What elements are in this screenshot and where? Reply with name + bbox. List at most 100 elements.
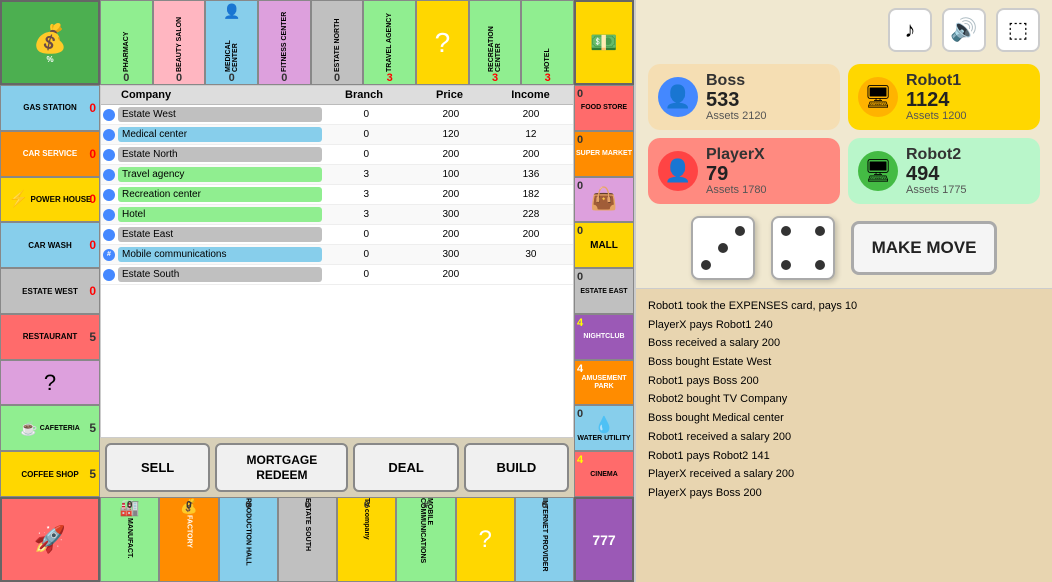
top-cell-medical-label: MEDICAL CENTER — [225, 20, 239, 72]
player-card-playerx: 👤 PlayerX 79 Assets 1780 — [648, 138, 840, 204]
right-cell-estate-east-label: ESTATE EAST — [580, 288, 627, 295]
top-cell-hotel-label: HOTEL — [544, 3, 551, 72]
robot1-assets: Assets 1200 — [906, 110, 967, 122]
top-cell-medical-num: 0 — [229, 72, 235, 84]
bottom-cell-production-num: 0 — [245, 500, 251, 511]
table-row[interactable]: # Mobile communications 0 300 30 — [101, 245, 573, 265]
corner-tl: 💰 % — [0, 0, 100, 85]
dot — [798, 260, 808, 270]
robot2-money: 494 — [906, 164, 967, 184]
top-cell-hotel: HOTEL 3 — [521, 0, 574, 85]
right-cell-amusement: AMUSEMENT PARK 4 — [574, 360, 634, 406]
right-cell-bag-icon: 👜 — [590, 186, 617, 212]
right-cell-estate-east-num: 0 — [577, 271, 583, 283]
row-name: Recreation center — [118, 187, 322, 202]
mortgage-redeem-button[interactable]: MORTGAGEREDEEM — [215, 443, 348, 492]
left-cell-estate-west-label: ESTATE WEST — [22, 287, 78, 296]
corner-bl-icon: 🚀 — [34, 524, 66, 555]
dot — [718, 226, 728, 236]
table-header: Company Branch Price Income — [101, 86, 573, 105]
log-entry: PlayerX pays Robot1 240 — [648, 316, 1040, 335]
left-cell-gas: GAS STATION 0 — [0, 85, 100, 131]
row-income: 30 — [491, 249, 571, 260]
row-name: Estate East — [118, 227, 322, 242]
right-cell-water-label: WATER UTILITY — [577, 435, 630, 443]
row-price: 200 — [411, 149, 491, 160]
top-cell-fitness-label: FITNESS CENTER — [281, 3, 288, 72]
exit-icon: ⬚ — [1008, 17, 1029, 43]
left-cell-cafeteria-num: 5 — [89, 421, 96, 435]
row-branch: 3 — [322, 209, 411, 220]
bottom-cell-tv: 0 TV company — [337, 497, 396, 582]
log-entry: Robot1 received a salary 200 — [648, 428, 1040, 447]
table-row[interactable]: Estate West 0 200 200 — [101, 105, 573, 125]
bottom-cell-internet: 0 INTERNET PROVIDER — [515, 497, 574, 582]
top-cell-medical-icon: 👤 — [223, 3, 240, 20]
table-row[interactable]: Hotel 3 300 228 — [101, 205, 573, 225]
right-cell-cinema-num: 4 — [577, 454, 583, 466]
left-cell-coffee: COFFEE SHOP 5 — [0, 451, 100, 497]
make-move-button[interactable]: MAKE MOVE — [851, 221, 998, 275]
top-cell-travel: TRAVEL AGENCY 3 — [363, 0, 416, 85]
table-row[interactable]: Estate North 0 200 200 — [101, 145, 573, 165]
deal-button[interactable]: DEAL — [353, 443, 458, 492]
log-entry: PlayerX pays Boss 200 — [648, 484, 1040, 503]
right-cell-estate-east: ESTATE EAST 0 — [574, 268, 634, 314]
bottom-cell-estate-south: 0 ESTATE SOUTH — [278, 497, 337, 582]
row-income: 136 — [491, 169, 571, 180]
sound-icon: 🔊 — [950, 17, 977, 43]
robot1-name: Robot1 — [906, 72, 967, 90]
exit-button[interactable]: ⬚ — [996, 8, 1040, 52]
dice-move-row: MAKE MOVE — [636, 208, 1052, 288]
table-row[interactable]: Estate South 0 200 — [101, 265, 573, 285]
right-cell-food-store-label: FOOD STORE — [581, 104, 627, 112]
playerx-money: 79 — [706, 164, 767, 184]
top-cell-travel-num: 3 — [387, 72, 393, 84]
row-dot — [103, 209, 115, 221]
player-info-playerx: PlayerX 79 Assets 1780 — [706, 146, 767, 196]
corner-tr: 💵 — [574, 0, 634, 85]
top-cell-question-icon: ? — [435, 27, 451, 59]
avatar-robot2: 🖥 — [858, 151, 898, 191]
top-cell-fitness-num: 0 — [281, 72, 287, 84]
corner-br-label: 777 — [592, 532, 615, 548]
top-cell-beauty: BEAUTY SALON 0 — [153, 0, 206, 85]
table-row[interactable]: Recreation center 3 200 182 — [101, 185, 573, 205]
top-cell-medical: 👤 MEDICAL CENTER 0 — [205, 0, 258, 85]
dot — [735, 243, 745, 253]
row-price: 300 — [411, 209, 491, 220]
row-name: Mobile communications — [118, 247, 322, 262]
row-branch: 0 — [322, 129, 411, 140]
boss-name: Boss — [706, 72, 767, 90]
players-grid: 👤 Boss 533 Assets 2120 🖥 Robot1 1124 Ass… — [636, 60, 1052, 208]
build-button[interactable]: BUILD — [464, 443, 569, 492]
left-cell-carservice-num: 0 — [89, 147, 96, 161]
row-name: Medical center — [118, 127, 322, 142]
table-row[interactable]: Travel agency 3 100 136 — [101, 165, 573, 185]
bottom-cell-factory-num: 0 — [186, 500, 192, 511]
avatar-robot1: 🖥 — [858, 77, 898, 117]
row-income: 12 — [491, 129, 571, 140]
right-cell-mall: MALL 0 — [574, 222, 634, 268]
col-header-income: Income — [490, 89, 571, 101]
corner-br: 777 — [574, 497, 634, 582]
avatar-robot1-icon: 🖥 — [864, 84, 892, 110]
sound-button[interactable]: 🔊 — [942, 8, 986, 52]
top-cell-fitness: FITNESS CENTER 0 — [258, 0, 311, 85]
left-cell-gas-label: GAS STATION — [23, 103, 76, 112]
dot — [735, 260, 745, 270]
table-row[interactable]: Medical center 0 120 12 — [101, 125, 573, 145]
row-name: Estate West — [118, 107, 322, 122]
dot — [781, 243, 791, 253]
toolbar: ♪ 🔊 ⬚ — [636, 0, 1052, 60]
player-card-robot1: 🖥 Robot1 1124 Assets 1200 — [848, 64, 1040, 130]
music-button[interactable]: ♪ — [888, 8, 932, 52]
sell-button[interactable]: SELL — [105, 443, 210, 492]
row-dot — [103, 129, 115, 141]
right-cell-nightclub-label: NIGHTCLUB — [583, 333, 624, 340]
action-buttons-row: SELL MORTGAGEREDEEM DEAL BUILD — [100, 438, 574, 497]
row-dot — [103, 269, 115, 281]
dice-2 — [771, 216, 835, 280]
col-header-branch: Branch — [319, 89, 409, 101]
table-row[interactable]: Estate East 0 200 200 — [101, 225, 573, 245]
